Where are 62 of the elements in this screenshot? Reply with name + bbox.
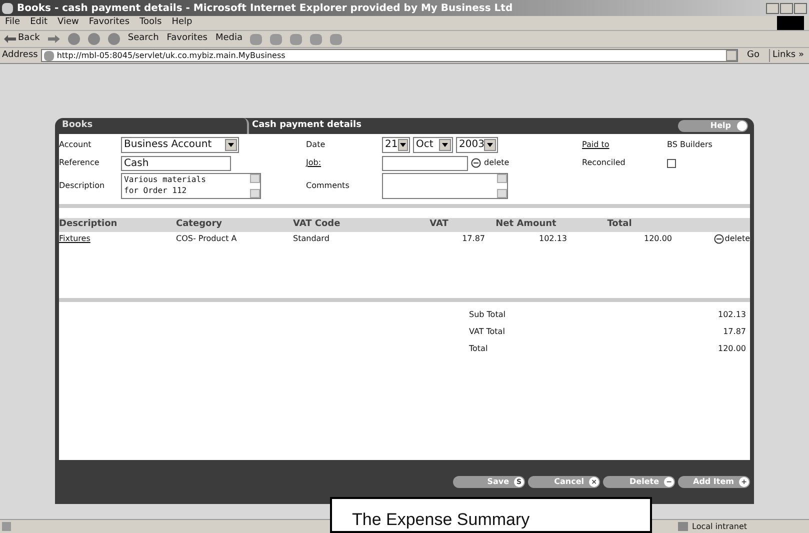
comments-field[interactable] [382,173,508,199]
scrollbar-icon [497,174,507,198]
paid-to-link[interactable]: Paid to [582,138,667,150]
menu-item[interactable]: Edit [30,16,48,30]
total-label: Sub Total [469,308,506,320]
column-header: Category [176,218,224,232]
links-button[interactable]: Links » [768,48,807,62]
table-cell-text: 120.00 [643,233,672,245]
paid-to-value: BS Builders [667,138,714,150]
field-label: Description [59,180,106,192]
search-button[interactable]: Search [128,32,159,46]
media-button[interactable]: Media [215,32,242,46]
menu-item[interactable]: Tools [140,16,162,30]
field-label: Comments [306,180,350,192]
field-label: Reconciled [582,157,626,169]
fixtures-link[interactable]: Fixtures [59,233,176,245]
back-arrow-icon [4,35,16,43]
table-cell-text: Standard [293,233,330,245]
minus-circle-icon [714,234,724,244]
menu-item[interactable]: Help [172,16,192,30]
favorites-button[interactable]: Favorites [166,32,208,46]
reference-field[interactable]: Cash [121,156,231,170]
column-header: Description [59,218,118,232]
column-header: Net Amount [494,218,558,232]
total-label: Total [469,342,488,354]
table-cell-text: 17.87 [461,233,485,245]
job-link[interactable]: Job: [306,157,382,169]
delete-link[interactable]: delete [724,233,750,245]
table-cell-text: COS- Product A [176,233,238,245]
description-field[interactable]: Various materials for Order 112 [121,173,261,199]
menu-item[interactable]: Favorites [88,16,130,30]
reconciled-checkbox[interactable] [667,158,676,168]
address-label: Address [2,48,38,62]
menu-item[interactable]: File [5,16,20,30]
year-select[interactable]: 2003 [456,136,498,152]
column-header: VAT [428,218,450,232]
month-select[interactable]: Oct [413,136,453,152]
total-label: VAT Total [469,326,505,338]
tab[interactable]: Cash payment details [249,118,364,134]
total-value: 120.00 [718,342,746,354]
window-title: Books - cash payment details - Microsoft Internet Explorer provided by My Business Ltd [17,2,513,16]
field-label: Account [59,138,92,150]
account-select[interactable]: Business Account [121,136,239,152]
delete-link[interactable]: delete [484,157,510,169]
column-header: VAT Code [293,218,342,232]
help-icon [737,121,747,131]
table-cell-text: 102.13 [538,233,567,245]
job-field[interactable] [382,156,468,170]
zone-label: Local intranet [692,520,748,532]
back-button[interactable]: Back [4,32,40,46]
callout-box: The Expense Summary [330,497,652,533]
day-select[interactable]: 21 [382,136,410,152]
field-label: Date [306,138,326,150]
scrollbar-icon [250,174,260,198]
minus-circle-icon [471,158,481,168]
go-button[interactable]: Go [741,48,766,62]
address-field[interactable]: http://mbl-05:8045/servlet/uk.co.mybiz.main.MyBusiness [40,49,738,62]
total-value: 17.87 [723,326,746,338]
column-header: Total [606,218,633,232]
total-value: 102.13 [718,308,746,320]
field-label: Reference [59,157,100,169]
menu-item[interactable]: View [58,16,79,30]
